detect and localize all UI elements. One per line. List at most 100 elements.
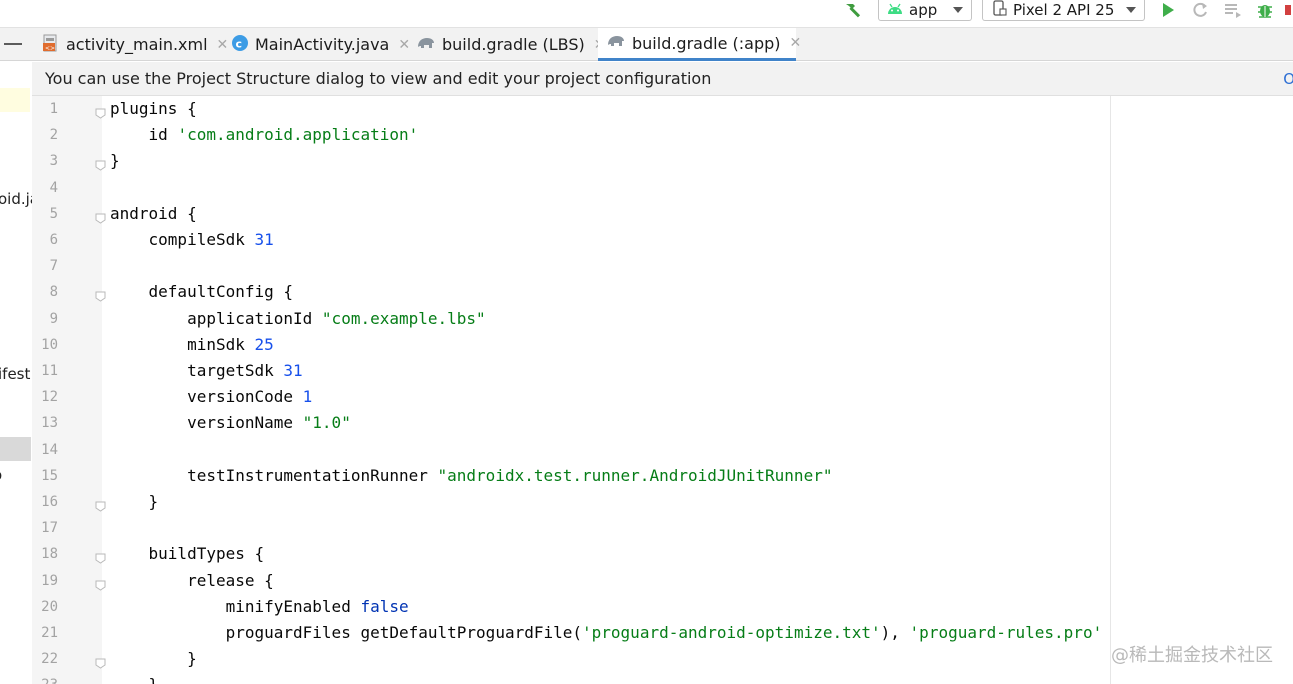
android-icon	[887, 1, 903, 19]
code-line[interactable]: targetSdk 31	[110, 358, 303, 384]
code-token: buildTypes {	[110, 544, 265, 564]
open-project-structure-link[interactable]: O	[1283, 70, 1293, 88]
code-line[interactable]: defaultConfig {	[110, 279, 294, 305]
code-line[interactable]: release {	[110, 568, 274, 594]
line-number: 3	[49, 153, 58, 170]
fold-toggle-icon[interactable]	[95, 156, 106, 171]
build-hammer-icon[interactable]	[842, 0, 864, 20]
code-line[interactable]: versionName "1.0"	[110, 410, 351, 436]
project-tree-selected-row[interactable]	[0, 437, 31, 461]
tab-label: activity_main.xml	[66, 35, 208, 54]
line-number: 8	[49, 284, 58, 301]
close-icon[interactable]: ✕	[398, 37, 410, 53]
code-line[interactable]: buildTypes {	[110, 541, 265, 567]
code-line[interactable]: proguardFiles getDefaultProguardFile('pr…	[110, 620, 1103, 646]
project-tree-item[interactable]: oid.ja	[0, 190, 32, 208]
code-token: }	[110, 675, 159, 684]
code-token: 25	[254, 334, 274, 354]
code-line[interactable]: id 'com.android.application'	[110, 122, 419, 148]
line-number: 7	[49, 258, 58, 275]
xml-layout-icon: <>	[42, 34, 60, 56]
device-label: Pixel 2 API 25	[1013, 1, 1115, 19]
chevron-down-icon	[953, 7, 963, 13]
code-line[interactable]: }	[110, 672, 159, 684]
code-line[interactable]: android {	[110, 201, 197, 227]
code-line[interactable]: versionCode 1	[110, 384, 312, 410]
device-select[interactable]: Pixel 2 API 25	[982, 0, 1145, 21]
code-token: versionName	[110, 413, 303, 433]
tab-activity-main-xml[interactable]: <> activity_main.xml ✕	[42, 28, 228, 61]
tab-label: build.gradle (:app)	[632, 33, 781, 53]
line-number: 1	[49, 101, 58, 117]
code-line[interactable]: compileSdk 31	[110, 227, 274, 253]
line-number: 4	[49, 179, 58, 196]
fold-toggle-icon[interactable]	[95, 287, 106, 302]
fold-toggle-icon[interactable]	[95, 497, 106, 512]
line-number: 17	[41, 520, 58, 537]
svg-text:c: c	[236, 37, 243, 50]
code-token: 31	[283, 361, 303, 380]
fold-toggle-icon[interactable]	[95, 209, 106, 224]
fold-toggle-icon[interactable]	[95, 549, 106, 564]
line-number: 11	[41, 363, 58, 379]
line-number: 21	[41, 625, 58, 641]
close-icon[interactable]: ✕	[217, 37, 229, 53]
code-token: minifyEnabled	[110, 596, 361, 616]
code-line[interactable]: applicationId "com.example.lbs"	[110, 306, 486, 332]
code-token: 'proguard-android-optimize.txt'	[582, 623, 881, 642]
chevron-down-icon	[1126, 7, 1136, 13]
code-token: 'com.android.application'	[177, 125, 419, 145]
code-line[interactable]: minSdk 25	[110, 332, 274, 358]
line-number: 5	[49, 205, 58, 222]
line-number: 14	[41, 441, 58, 458]
code-token: 31	[254, 230, 274, 249]
fold-toggle-icon[interactable]	[95, 104, 106, 119]
fold-toggle-icon[interactable]	[95, 654, 106, 669]
code-line[interactable]: minifyEnabled false	[110, 594, 409, 620]
code-token: minSdk	[110, 334, 255, 354]
code-token: ),	[880, 623, 910, 642]
editor-tab-bar: <> activity_main.xml ✕ c MainActivity.ja…	[0, 27, 1293, 61]
profiler-icon[interactable]	[1283, 0, 1293, 20]
tab-mainactivity-java[interactable]: c MainActivity.java ✕	[231, 28, 410, 61]
code-token: false	[360, 596, 409, 616]
project-tree-item[interactable]: ifest	[0, 365, 30, 383]
tab-label: MainActivity.java	[255, 35, 390, 54]
run-configuration-label: app	[909, 1, 938, 19]
code-token: "androidx.test.runner.AndroidJUnitRunner…	[437, 465, 833, 485]
line-number: 22	[41, 651, 58, 668]
code-token: }	[110, 151, 120, 171]
code-line[interactable]: plugins {	[110, 96, 197, 122]
line-number: 16	[41, 494, 58, 510]
code-line[interactable]: }	[110, 489, 159, 515]
line-number: 20	[41, 598, 58, 615]
svg-text:<>: <>	[45, 45, 55, 52]
code-token: "1.0"	[302, 413, 351, 433]
project-pane: oid.ja ifest o	[0, 62, 32, 684]
debug-bug-icon[interactable]	[1254, 0, 1276, 20]
close-icon[interactable]: ✕	[790, 35, 802, 51]
tab-build-gradle-lbs[interactable]: build.gradle (LBS) ✕	[416, 28, 605, 61]
code-line[interactable]: }	[110, 148, 120, 174]
run-play-icon[interactable]	[1158, 0, 1178, 20]
code-line[interactable]: }	[110, 646, 197, 672]
line-number: 9	[49, 310, 58, 327]
fold-toggle-icon[interactable]	[95, 576, 106, 591]
tab-list-menu-icon[interactable]	[4, 43, 22, 45]
tab-build-gradle-app[interactable]: build.gradle (:app) ✕	[598, 28, 801, 61]
gradle-elephant-icon	[606, 33, 626, 53]
apply-changes-restart-icon[interactable]	[1190, 0, 1212, 20]
code-token: release {	[110, 570, 274, 590]
apply-code-changes-icon[interactable]	[1222, 0, 1244, 20]
run-configuration-select[interactable]: app	[878, 0, 972, 21]
project-tree-item[interactable]: o	[0, 466, 2, 484]
project-structure-notification: You can use the Project Structure dialog…	[32, 62, 1293, 96]
code-token: targetSdk	[110, 361, 284, 380]
phone-device-icon	[991, 0, 1007, 20]
code-token: android {	[110, 203, 197, 223]
code-line[interactable]: testInstrumentationRunner "androidx.test…	[110, 463, 832, 489]
code-token: compileSdk	[110, 230, 255, 249]
gradle-elephant-icon	[416, 35, 436, 55]
java-class-icon: c	[231, 34, 249, 56]
line-number: 15	[41, 467, 58, 484]
